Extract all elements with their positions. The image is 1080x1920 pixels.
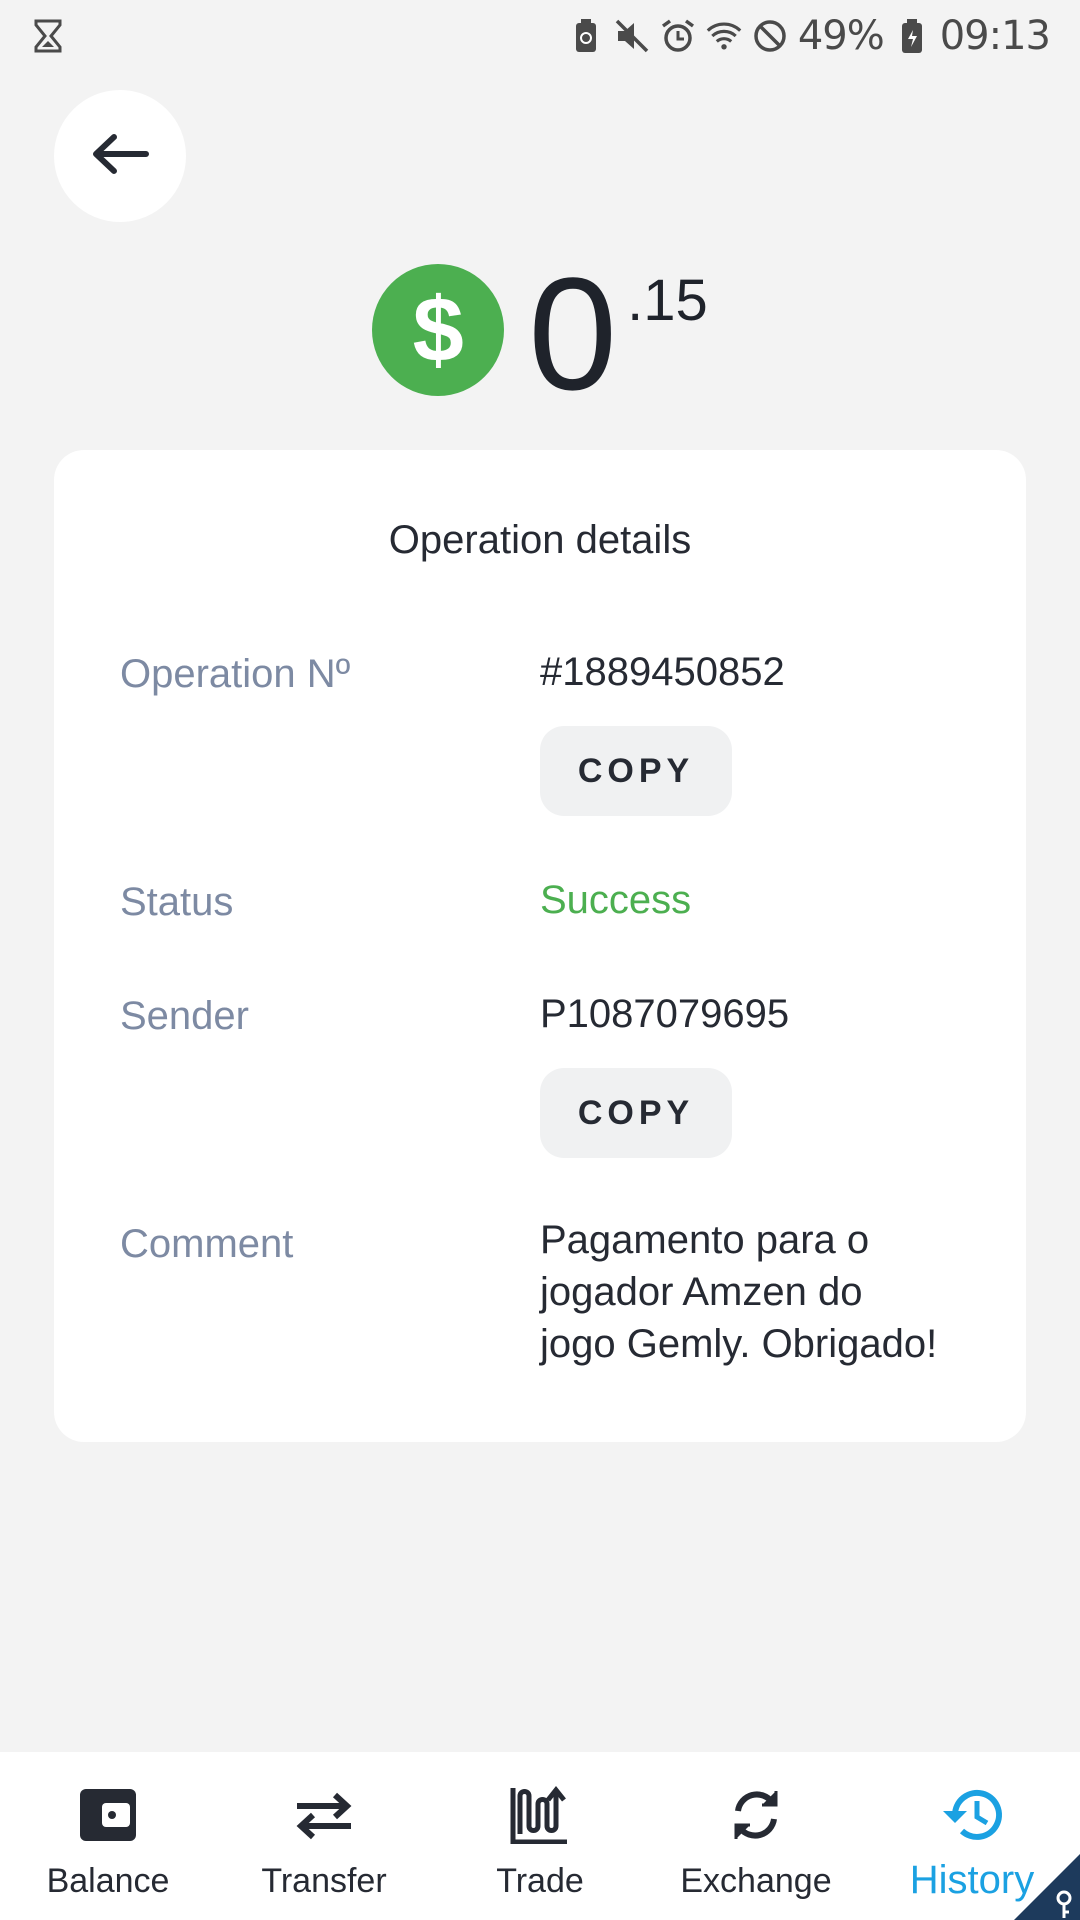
comment-value: Pagamento para o jogador Amzen do jogo G… — [540, 1214, 937, 1370]
exchange-icon — [723, 1782, 789, 1848]
battery-icon — [894, 18, 930, 54]
wallet-icon — [75, 1782, 141, 1848]
clock: 09:13 — [939, 13, 1051, 59]
hourglass-icon — [30, 18, 66, 54]
card-title: Operation details — [388, 518, 692, 562]
wifi-icon — [706, 18, 742, 54]
currency-symbol: $ — [412, 279, 464, 381]
nav-item-trade[interactable]: Trade — [432, 1752, 648, 1920]
amount-integer: 0 — [528, 244, 618, 423]
alarm-icon — [660, 18, 696, 54]
status-value: Success — [540, 878, 692, 922]
battery-percent: 49% — [797, 13, 885, 59]
copy-sender-button[interactable]: COPY — [540, 1068, 732, 1158]
copy-operation-number-button[interactable]: COPY — [540, 726, 732, 816]
key-icon — [1014, 1854, 1080, 1920]
do-not-disturb-icon — [752, 18, 788, 54]
nav-item-balance[interactable]: Balance — [0, 1752, 216, 1920]
nav-item-transfer[interactable]: Transfer — [216, 1752, 432, 1920]
operation-number-label: Operation Nº — [120, 652, 351, 696]
bottom-navigation: Balance Transfer Trade Exchange History — [0, 1752, 1080, 1920]
comment-line: jogador Amzen do — [540, 1270, 863, 1314]
mute-icon — [614, 18, 650, 54]
nav-label-exchange: Exchange — [680, 1862, 832, 1900]
comment-label: Comment — [120, 1222, 294, 1266]
amount-decimal: .15 — [627, 268, 708, 333]
nav-item-exchange[interactable]: Exchange — [648, 1752, 864, 1920]
operation-details-card: Operation details Operation Nº #18894508… — [54, 450, 1026, 1442]
sender-value: P1087079695 — [540, 992, 790, 1036]
trade-icon — [507, 1782, 573, 1848]
operation-number-value: #1889450852 — [540, 650, 785, 694]
arrow-left-icon — [90, 132, 150, 181]
app-root: 49% 09:13 $ 0 .15 Operation details Oper… — [0, 0, 1080, 1920]
amount-display: $ 0 .15 — [0, 244, 1080, 423]
comment-line: jogo Gemly. Obrigado! — [540, 1322, 938, 1366]
history-icon — [939, 1782, 1005, 1848]
nav-label-trade: Trade — [496, 1862, 584, 1900]
status-label: Status — [120, 880, 234, 924]
nav-label-balance: Balance — [46, 1862, 170, 1900]
transfer-arrows-icon — [291, 1782, 357, 1848]
status-bar: 49% 09:13 — [0, 0, 1080, 72]
nav-label-transfer: Transfer — [261, 1862, 387, 1900]
sender-label: Sender — [120, 994, 249, 1038]
dollar-icon: $ — [372, 264, 505, 396]
comment-line: Pagamento para o — [540, 1218, 870, 1262]
back-button[interactable] — [54, 90, 186, 222]
battery-saver-icon — [568, 18, 604, 54]
